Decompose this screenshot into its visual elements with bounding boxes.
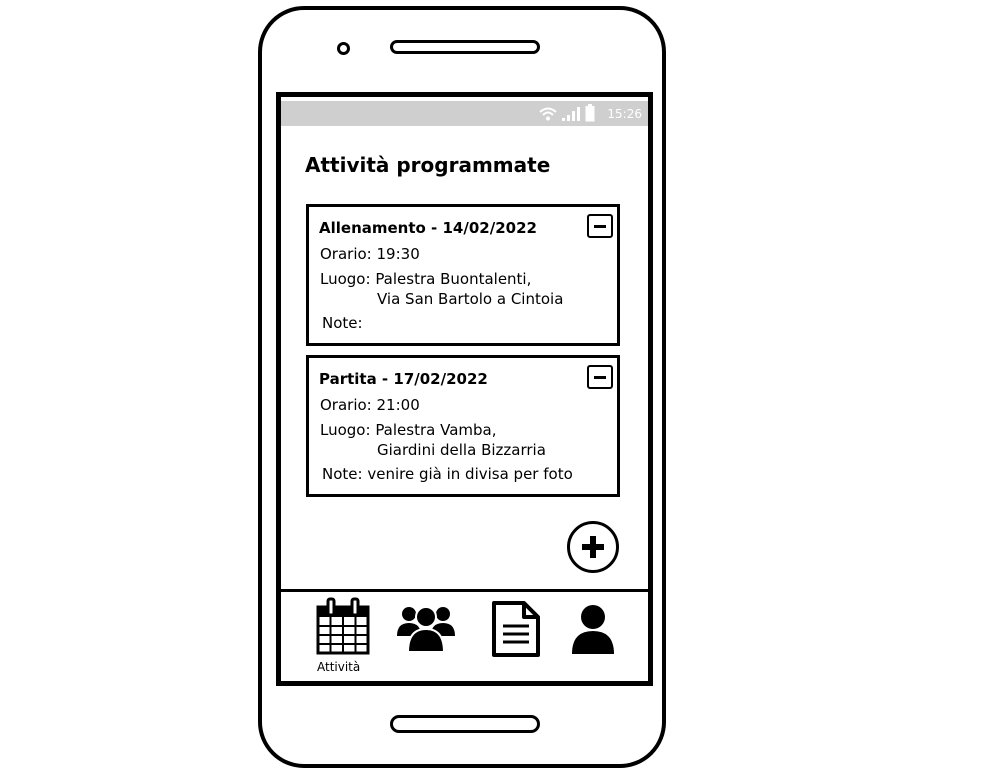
signal-icon	[562, 107, 580, 121]
phone-speaker	[390, 40, 540, 54]
activity-title: Allenamento - 14/02/2022	[319, 219, 537, 237]
notes-label: Note:	[322, 465, 363, 483]
status-bar: 15:26	[281, 101, 648, 126]
place-label: Luogo:	[320, 270, 371, 288]
nav-item-team[interactable]	[396, 602, 456, 658]
collapse-button[interactable]	[587, 365, 613, 389]
time-value: 21:00	[376, 396, 420, 414]
nav-item-profile[interactable]	[571, 604, 615, 658]
activity-card[interactable]: Partita - 17/02/2022 Orario: 21:00 Luogo…	[306, 355, 620, 497]
document-icon	[492, 601, 540, 657]
status-time: 15:26	[607, 107, 642, 121]
phone-home-button[interactable]	[390, 715, 540, 733]
nav-label-attivita: Attività	[317, 660, 361, 674]
group-icon	[397, 606, 455, 653]
notes-label: Note:	[322, 314, 363, 332]
time-value: 19:30	[376, 245, 420, 263]
page-title: Attività programmate	[305, 153, 551, 177]
calendar-icon	[316, 597, 370, 655]
place-value-line2: Giardini della Bizzarria	[377, 441, 546, 459]
collapse-button[interactable]	[587, 214, 613, 238]
place-value: Palestra Vamba,	[375, 421, 497, 439]
place-label: Luogo:	[320, 421, 371, 439]
phone-screen: 15:26 Attività programmate Allenamento -…	[276, 92, 653, 686]
activity-title: Partita - 17/02/2022	[319, 370, 488, 388]
place-value-line2: Via San Bartolo a Cintoia	[377, 290, 564, 308]
wifi-icon	[539, 107, 557, 121]
time-label: Orario:	[320, 396, 372, 414]
nav-item-attivita[interactable]	[316, 597, 372, 659]
nav-divider	[281, 589, 648, 592]
phone-camera	[337, 42, 350, 55]
time-label: Orario:	[320, 245, 372, 263]
battery-icon	[585, 104, 595, 122]
add-activity-button[interactable]	[567, 521, 619, 573]
place-value: Palestra Buontalenti,	[375, 270, 532, 288]
nav-item-documents[interactable]	[490, 600, 542, 662]
profile-icon	[572, 605, 614, 654]
activity-card[interactable]: Allenamento - 14/02/2022 Orario: 19:30 L…	[306, 204, 620, 346]
notes-value: venire già in divisa per foto	[367, 465, 573, 483]
